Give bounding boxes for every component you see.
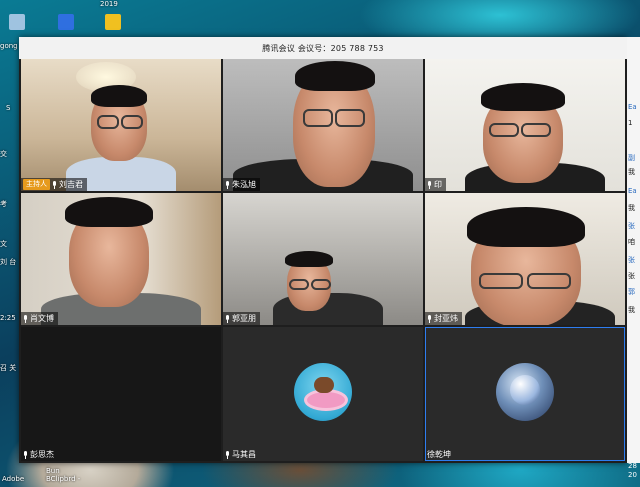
- participant-name: 肖文博: [30, 314, 54, 323]
- desktop-icon-app[interactable]: [102, 14, 124, 31]
- participant-tile[interactable]: 马其昌: [223, 327, 423, 461]
- participant-tile[interactable]: 徐乾坤: [425, 327, 625, 461]
- app-icon: [105, 14, 121, 30]
- desktop-year-label: 2019: [100, 0, 118, 8]
- glasses: [335, 109, 365, 127]
- microphone-icon[interactable]: [23, 314, 28, 323]
- chat-line: 张: [628, 272, 635, 280]
- chat-line: 副: [628, 154, 635, 162]
- participant-name-tag: 徐乾坤: [425, 448, 455, 461]
- participant-name: 印: [434, 180, 442, 189]
- clock-line: 28: [628, 462, 637, 470]
- glasses: [311, 279, 331, 290]
- desktop-icon-dingtalk[interactable]: [55, 14, 77, 31]
- glasses: [527, 273, 571, 289]
- participant-tile[interactable]: 彭思杰: [21, 327, 221, 461]
- meeting-titlebar[interactable]: 腾讯会议 会议号：205 788 753: [19, 37, 627, 59]
- desktop-label[interactable]: 交: [0, 150, 7, 158]
- glasses: [303, 109, 333, 127]
- participant-tile[interactable]: 主持人 刘吉君: [21, 59, 221, 191]
- chat-line: 张: [628, 256, 635, 264]
- swimmer-figure: [314, 377, 334, 393]
- chat-line: 我: [628, 306, 635, 314]
- participant-hair: [295, 61, 375, 91]
- participant-name-tag: 郭亚朋: [223, 312, 260, 325]
- planet-icon: [510, 375, 540, 405]
- desktop-label[interactable]: gong: [0, 42, 18, 50]
- dingtalk-icon: [58, 14, 74, 30]
- desktop-label[interactable]: 刘 台: [0, 258, 16, 266]
- participant-name: 朱泓旭: [232, 180, 256, 189]
- microphone-icon[interactable]: [427, 314, 432, 323]
- participant-hair: [285, 251, 333, 267]
- participant-hair: [467, 207, 585, 247]
- participant-name: 封亚炜: [434, 314, 458, 323]
- microphone-icon[interactable]: [23, 450, 28, 459]
- participant-name-tag: 印: [425, 178, 446, 191]
- participant-tile[interactable]: 印: [425, 59, 625, 191]
- desktop-label[interactable]: 2:25: [0, 314, 16, 322]
- desktop-icon-recycle[interactable]: [6, 14, 28, 31]
- glasses: [289, 279, 309, 290]
- participant-hair: [91, 85, 147, 107]
- participant-tile[interactable]: 郭亚朋: [223, 193, 423, 325]
- participant-name-tag: 封亚炜: [425, 312, 462, 325]
- chat-line: Ea: [628, 103, 637, 111]
- participant-hair: [65, 197, 153, 227]
- participant-tile[interactable]: 肖文博: [21, 193, 221, 325]
- chat-line: 1: [628, 119, 633, 127]
- participant-name-tag: 彭思杰: [21, 448, 58, 461]
- microphone-icon[interactable]: [427, 180, 432, 189]
- host-badge: 主持人: [23, 179, 50, 190]
- meeting-title: 腾讯会议 会议号：205 788 753: [262, 43, 384, 53]
- glasses: [97, 115, 119, 129]
- participant-avatar: [496, 363, 554, 421]
- desktop-label-bun[interactable]: Bun: [46, 467, 60, 475]
- microphone-icon[interactable]: [225, 314, 230, 323]
- participant-name: 彭思杰: [30, 450, 54, 459]
- participant-hair: [481, 83, 565, 111]
- microphone-icon[interactable]: [225, 180, 230, 189]
- desktop-label[interactable]: 文: [0, 240, 7, 248]
- chat-line: 我: [628, 168, 635, 176]
- participant-name-tag: 肖文博: [21, 312, 58, 325]
- video-grid: 主持人 刘吉君 朱泓旭 印 肖文博 郭亚朋 封亚炜 彭思杰 马其昌 徐乾坤: [19, 59, 625, 461]
- desktop-label[interactable]: 召 关: [0, 364, 16, 372]
- participant-tile[interactable]: 朱泓旭: [223, 59, 423, 191]
- microphone-icon[interactable]: [225, 450, 230, 459]
- glasses: [479, 273, 523, 289]
- meeting-window: 腾讯会议 会议号：205 788 753 主持人 刘吉君 朱泓旭 印 肖文博 郭…: [19, 37, 627, 463]
- glasses: [489, 123, 519, 137]
- clock-line: 20: [628, 471, 637, 479]
- participant-name: 刘吉君: [59, 180, 83, 189]
- chat-line: Ea: [628, 187, 637, 195]
- participant-avatar: [294, 363, 352, 421]
- glasses: [521, 123, 551, 137]
- participant-name-tag: 主持人 刘吉君: [21, 178, 87, 191]
- participant-tile[interactable]: 封亚炜: [425, 193, 625, 325]
- desktop-label-adobe[interactable]: Adobe: [2, 475, 24, 483]
- chat-panel-edge[interactable]: Ea 1 副 我 Ea 我 张 咱 张 张 郭 我: [627, 37, 640, 463]
- desktop-label[interactable]: S: [6, 104, 10, 112]
- chat-line: 张: [628, 222, 635, 230]
- system-clock[interactable]: 28 20: [628, 462, 637, 480]
- desktop-label[interactable]: 考: [0, 200, 7, 208]
- microphone-icon[interactable]: [52, 180, 57, 189]
- chat-line: 我: [628, 204, 635, 212]
- participant-name: 郭亚朋: [232, 314, 256, 323]
- chat-line: 咱: [628, 238, 635, 246]
- desktop-bottom-strip: Adobe BClipbrd - Bun: [0, 463, 640, 487]
- chat-line: 郭: [628, 288, 635, 296]
- recycle-bin-icon: [9, 14, 25, 30]
- participant-name: 徐乾坤: [427, 450, 451, 459]
- participant-name-tag: 马其昌: [223, 448, 260, 461]
- glasses: [121, 115, 143, 129]
- participant-name: 马其昌: [232, 450, 256, 459]
- participant-name-tag: 朱泓旭: [223, 178, 260, 191]
- desktop-label-bclipbrd[interactable]: BClipbrd -: [46, 475, 80, 483]
